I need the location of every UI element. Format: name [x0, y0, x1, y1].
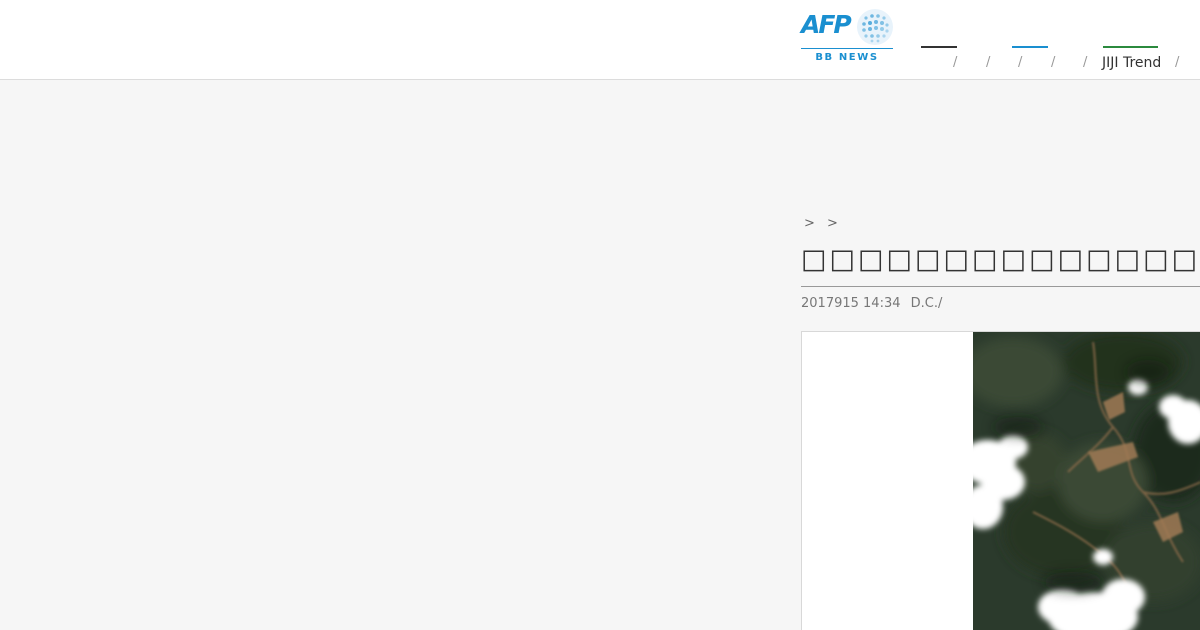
breadcrumb: > >: [804, 216, 845, 231]
nav-item-jiji-trend[interactable]: JIJI Trend: [1102, 54, 1161, 72]
satellite-image: [973, 332, 1200, 630]
nav-accent-green: [1103, 46, 1158, 48]
nav-accent-blue: [1012, 46, 1048, 48]
nav-separator: /: [1018, 55, 1023, 70]
article-photo[interactable]: [973, 332, 1200, 630]
nav-separator: /: [1083, 55, 1088, 70]
nav-item-1[interactable]: [921, 54, 951, 72]
breadcrumb-chevron[interactable]: >: [804, 216, 816, 231]
afpbb-logo[interactable]: AFP BB NEWS: [801, 8, 893, 66]
nav-separator: /: [1051, 55, 1056, 70]
article-title: □□□□□□□□□□□□□□□□ □□□□□□□□: [801, 242, 1200, 287]
nav-separator: /: [986, 55, 991, 70]
nav-item-3[interactable]: [994, 54, 1016, 72]
nav-item-5[interactable]: [1059, 54, 1081, 72]
globe-icon: [857, 9, 893, 45]
logo-divider: [801, 48, 893, 49]
article-date: 2017915 14:34: [801, 296, 901, 311]
article-dateline: 2017915 14:34 D.C./: [801, 296, 948, 311]
article-photo-frame: [801, 331, 1200, 630]
logo-bbnews-text: BB NEWS: [815, 52, 879, 63]
article-location: D.C./: [910, 296, 943, 311]
breadcrumb-chevron[interactable]: >: [827, 216, 839, 231]
nav-accent-dark: [921, 46, 957, 48]
logo-afp-text: AFP: [801, 10, 852, 39]
nav-separator: /: [1175, 55, 1180, 70]
nav-item-2[interactable]: [961, 54, 983, 72]
top-header: AFP BB NEWS / / / / / JIJI Trend /: [0, 0, 1200, 80]
nav-item-4[interactable]: [1026, 54, 1048, 72]
nav-separator: /: [953, 55, 958, 70]
